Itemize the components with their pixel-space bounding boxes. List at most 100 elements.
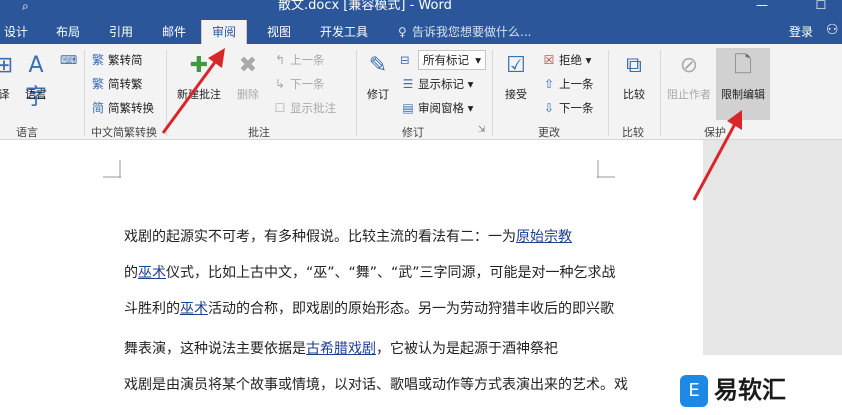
- block-authors-label: 阻止作者: [667, 88, 711, 101]
- group-label-compare: 比较: [622, 126, 644, 139]
- simplified-to-traditional-button[interactable]: 繁简转繁: [90, 74, 143, 94]
- show-markup-button[interactable]: ☰ 显示标记 ▾: [400, 74, 474, 94]
- next-icon: ↳: [274, 77, 286, 91]
- traditional-to-simplified-button[interactable]: 繁繁转简: [90, 50, 143, 70]
- hyperlink[interactable]: 巫术: [138, 265, 166, 281]
- document-paragraph-line[interactable]: 舞表演，这种说法主要依据是古希腊戏剧，它被认为是起源于酒神祭祀: [124, 340, 558, 358]
- markup-icon: ⊟: [400, 53, 410, 67]
- site-logo: E 易软汇: [672, 365, 842, 415]
- text-run: 斗胜利的: [124, 301, 180, 317]
- language-button[interactable]: A字 语言: [16, 48, 56, 114]
- compare-icon: ⧉: [626, 53, 642, 78]
- text-run: ，它被认为是起源于酒神祭祀: [376, 341, 558, 357]
- convert-icon: 繁: [91, 77, 104, 91]
- text-run: 舞表演，这种说法主要依据是: [124, 341, 306, 357]
- reviewing-pane-label: 审阅窗格: [418, 101, 464, 115]
- login-link[interactable]: 登录: [789, 20, 813, 44]
- minimize-button[interactable]: —: [747, 0, 777, 12]
- restore-button[interactable]: ☐: [806, 0, 836, 12]
- hyperlink[interactable]: 巫术: [180, 301, 208, 317]
- tab-layout[interactable]: 布局: [54, 20, 82, 44]
- chevron-down-icon: ▾: [585, 53, 592, 67]
- text-run: 戏剧的起源实不可考，有多种假说。比较主流的看法有二：一为: [124, 229, 516, 245]
- track-changes-button[interactable]: ✎ 修订: [358, 48, 398, 114]
- new-comment-button[interactable]: ✚ 新建批注: [172, 48, 226, 114]
- hyperlink[interactable]: 古希腊戏剧: [306, 341, 376, 357]
- tell-me-search[interactable]: ♀ 告诉我您想要做什么...: [398, 20, 531, 44]
- lightbulb-icon: ♀: [398, 25, 407, 39]
- next-change-icon: ⇩: [543, 101, 555, 115]
- track-changes-label: 修订: [367, 88, 389, 101]
- tab-review[interactable]: 审阅: [201, 20, 248, 44]
- text-run: 仪式，比如上古中文，“巫”、“舞”、“武”三字同源，可能是对一种乞求战: [166, 265, 616, 281]
- tab-references[interactable]: 引用: [107, 20, 135, 44]
- accept-button[interactable]: ☑ 接受: [496, 48, 536, 114]
- document-paragraph-line[interactable]: 戏剧的起源实不可考，有多种假说。比较主流的看法有二：一为原始宗教: [124, 228, 572, 246]
- page-corner-mark: [597, 160, 615, 178]
- text-run: 活动的合称，即戏剧的原始形态。另一为劳动狩猎丰收后的即兴歌: [208, 301, 614, 317]
- group-label-language: 语言: [16, 126, 38, 139]
- document-paragraph-line[interactable]: 的巫术仪式，比如上古中文，“巫”、“舞”、“武”三字同源，可能是对一种乞求战: [124, 264, 616, 282]
- next-change-button[interactable]: ⇩ 下一条: [541, 98, 594, 118]
- simplified-to-traditional-label: 简转繁: [108, 77, 143, 91]
- tell-me-text: 告诉我您想要做什么...: [412, 25, 532, 39]
- new-comment-icon: ✚: [189, 53, 209, 78]
- reject-button[interactable]: ☒ 拒绝 ▾: [541, 50, 592, 70]
- tab-design[interactable]: 设计: [2, 20, 30, 44]
- show-markup-label: 显示标记: [418, 77, 464, 91]
- chinese-conversion-button[interactable]: 简简繁转换: [90, 98, 154, 118]
- group-separator: [166, 50, 167, 136]
- group-separator: [660, 50, 661, 136]
- convert-icon: 简: [91, 101, 104, 115]
- reviewing-pane-button[interactable]: ▤ 审阅窗格 ▾: [400, 98, 473, 118]
- ribbon: ⊞ 译 A字 语言 ⌨ 语言 繁繁转简 繁简转繁 简简繁转换 中文简繁转换 ✚ …: [0, 44, 842, 140]
- previous-comment-button[interactable]: ↰ 上一条: [272, 50, 325, 70]
- tab-developer[interactable]: 开发工具: [318, 20, 370, 44]
- group-separator: [492, 50, 493, 136]
- language-label: 语言: [25, 88, 47, 101]
- markup-select[interactable]: 所有标记 ▾: [418, 50, 486, 70]
- document-margin-area: [703, 140, 842, 355]
- next-comment-button[interactable]: ↳ 下一条: [272, 74, 325, 94]
- group-label-protect: 保护: [704, 126, 726, 139]
- text-run: 戏剧是由演员将某个故事或情境，以对话、歌唱或动作等方式表演出来的艺术。戏: [124, 377, 628, 393]
- delete-comment-button[interactable]: ✖ 删除: [228, 48, 268, 114]
- block-authors-icon: ⊘: [679, 53, 699, 78]
- tab-view[interactable]: 视图: [265, 20, 293, 44]
- reject-label: 拒绝: [559, 53, 582, 67]
- previous-icon: ↰: [274, 53, 286, 67]
- previous-change-label: 上一条: [559, 77, 594, 91]
- compare-button[interactable]: ⧉ 比较: [614, 48, 654, 114]
- convert-icon: 繁: [91, 53, 104, 67]
- show-comments-button[interactable]: ☐ 显示批注: [272, 98, 336, 118]
- compare-label: 比较: [623, 88, 645, 101]
- dialog-launcher-icon[interactable]: ⇲: [478, 120, 486, 140]
- hyperlink[interactable]: 原始宗教: [516, 229, 572, 245]
- show-comments-label: 显示批注: [290, 101, 336, 115]
- block-authors-button[interactable]: ⊘ 阻止作者: [664, 48, 714, 114]
- user-icon[interactable]: ⚇: [826, 22, 842, 42]
- tab-mailings[interactable]: 邮件: [160, 20, 188, 44]
- group-label-comments: 批注: [248, 126, 270, 139]
- document-paragraph-line[interactable]: 斗胜利的巫术活动的合称，即戏剧的原始形态。另一为劳动狩猎丰收后的即兴歌: [124, 300, 614, 318]
- reviewing-pane-icon: ▤: [402, 101, 414, 115]
- new-comment-label: 新建批注: [177, 88, 221, 101]
- previous-change-button[interactable]: ⇧ 上一条: [541, 74, 594, 94]
- restrict-editing-icon: 🗋: [734, 53, 752, 78]
- markup-select-value: 所有标记: [423, 53, 469, 67]
- group-separator: [84, 50, 85, 136]
- title-bar: ⌕ 散文.docx [兼容模式] - Word — ☐ 设计 布局 引用 邮件 …: [0, 0, 842, 44]
- track-changes-icon: ✎: [368, 53, 388, 78]
- delete-comment-label: 删除: [237, 88, 259, 101]
- traditional-to-simplified-label: 繁转简: [108, 53, 143, 67]
- previous-change-icon: ⇧: [543, 77, 555, 91]
- language-extra-button[interactable]: ⌨: [60, 50, 78, 70]
- restrict-editing-button[interactable]: 🗋 限制编辑: [716, 48, 770, 120]
- logo-text: 易软汇: [714, 376, 786, 404]
- chevron-down-icon: ▾: [467, 77, 474, 91]
- accept-label: 接受: [505, 88, 527, 101]
- language-icon: A字: [24, 53, 47, 110]
- document-paragraph-line[interactable]: 戏剧是由演员将某个故事或情境，以对话、歌唱或动作等方式表演出来的艺术。戏: [124, 376, 628, 394]
- search-icon[interactable]: ⌕: [22, 0, 38, 12]
- text-run: 的: [124, 265, 138, 281]
